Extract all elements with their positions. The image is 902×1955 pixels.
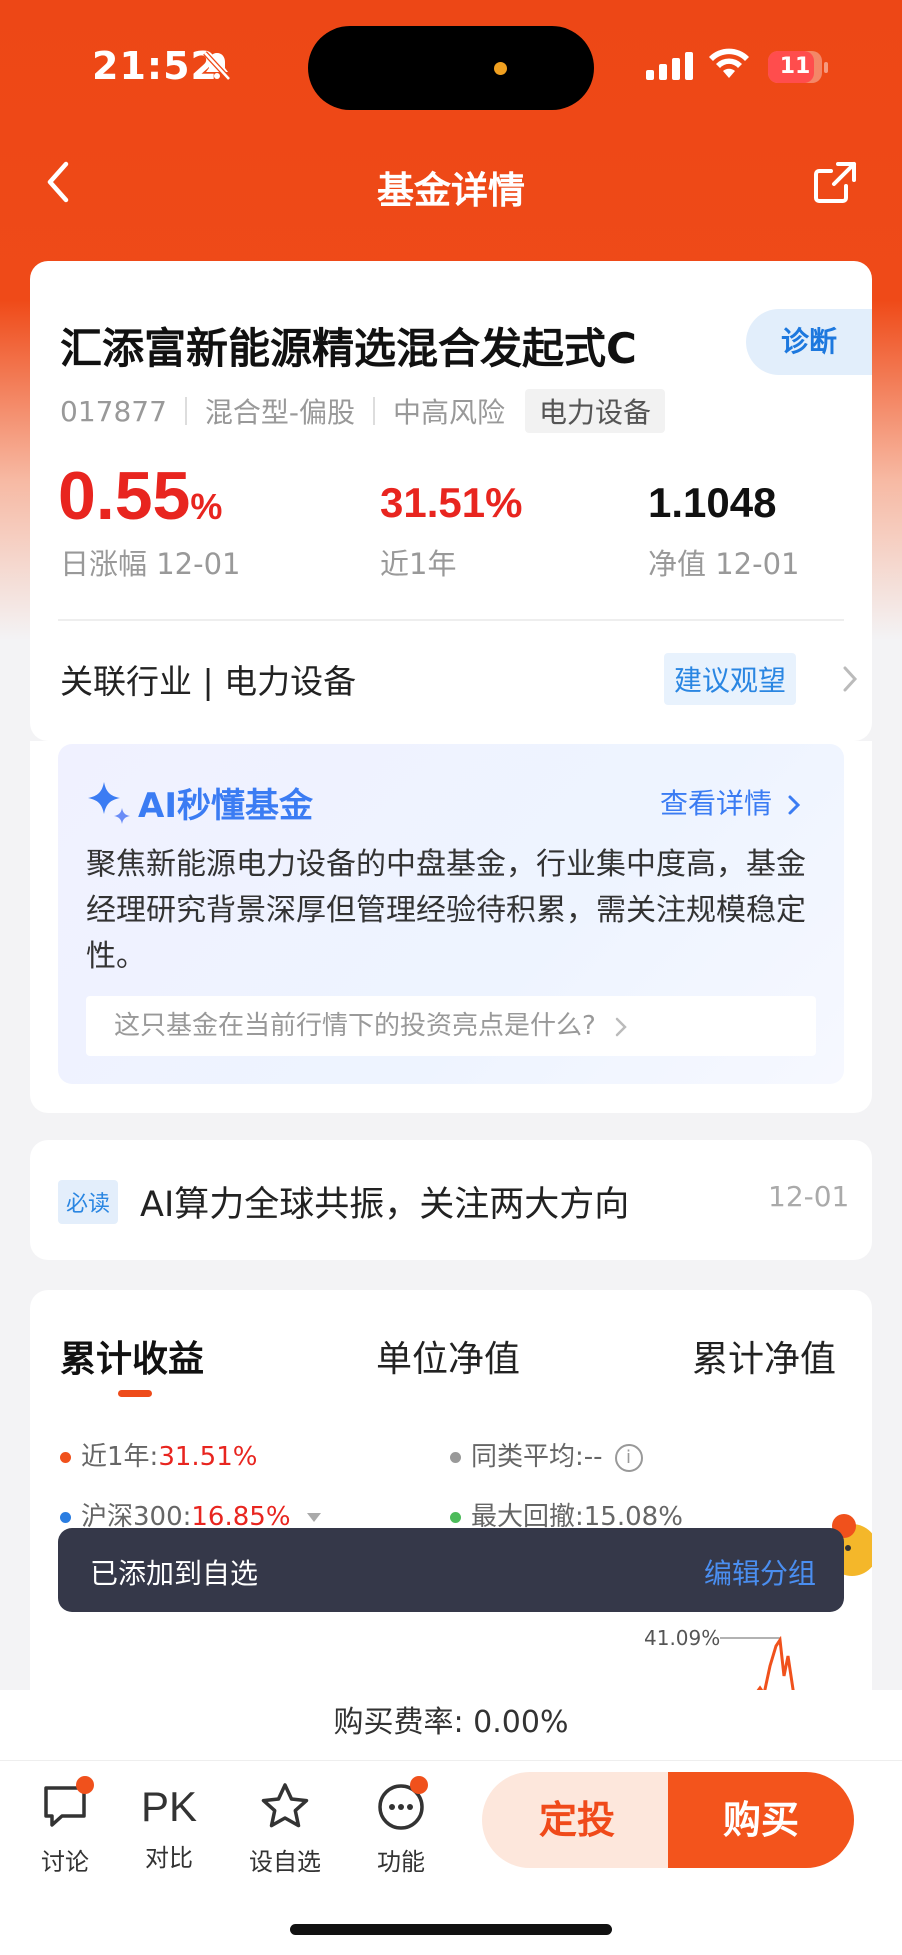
sip-button[interactable]: 定投 (482, 1772, 672, 1868)
news-card[interactable]: 必读 AI算力全球共振，关注两大方向 12-01 (30, 1140, 872, 1260)
ai-view-details-link[interactable]: 查看详情 (660, 782, 801, 822)
ai-title: AI秒懂基金 (138, 786, 313, 826)
fund-summary-card: 汇添富新能源精选混合发起式C 诊断 017877 混合型-偏股 中高风险 电力设… (30, 261, 872, 741)
dropdown-triangle-icon (306, 1513, 321, 1522)
legend-dot (450, 1512, 461, 1523)
fund-type: 混合型-偏股 (204, 396, 355, 429)
divider (0, 1760, 902, 1761)
edit-group-link[interactable]: 编辑分组 (704, 1552, 816, 1592)
fund-meta-row: 017877 混合型-偏股 中高风险 电力设备 (60, 389, 666, 433)
nav-label: 净值 12-01 (648, 547, 800, 581)
daily-change-value: 0.55% (58, 458, 223, 534)
fund-risk: 中高风险 (393, 396, 506, 429)
legend-1y: 近1年:31.51% (60, 1436, 257, 1473)
related-industry[interactable]: 关联行业 | 电力设备 (60, 655, 356, 703)
pk-icon: PK (140, 1783, 198, 1830)
info-icon[interactable]: i (614, 1443, 643, 1472)
status-time: 21:52 (92, 44, 218, 88)
functions-button[interactable]: 功能 (356, 1776, 446, 1877)
daily-change-label: 日涨幅 12-01 (60, 547, 241, 581)
chart-peak-line (720, 1636, 796, 1696)
must-read-badge: 必读 (58, 1180, 119, 1224)
chevron-right-icon[interactable] (842, 665, 858, 693)
legend-dot (60, 1452, 71, 1463)
chevron-right-icon (788, 795, 801, 815)
legend-dot (450, 1452, 461, 1463)
news-date: 12-01 (768, 1180, 850, 1213)
bell-muted-icon (203, 51, 231, 81)
tab-cumulative-nav[interactable]: 累计净值 (692, 1330, 836, 1382)
sparkle-icon (88, 782, 130, 824)
tab-unit-nav[interactable]: 单位净值 (376, 1330, 520, 1382)
divider (58, 619, 844, 621)
year-return-value: 31.51% (380, 479, 523, 526)
legend-peer-average: 同类平均:-- i (450, 1436, 643, 1473)
star-icon (261, 1783, 309, 1828)
discuss-button[interactable]: 讨论 (20, 1776, 110, 1877)
nav-value: 1.1048 (648, 479, 777, 526)
performance-card: 累计收益 单位净值 累计净值 近1年:31.51% 同类平均:-- i 沪深300… (30, 1290, 872, 1710)
fund-code: 017877 (60, 394, 167, 428)
camera-indicator-icon (494, 62, 507, 75)
buy-button[interactable]: 购买 (668, 1772, 854, 1868)
diagnose-button[interactable]: 诊断 (746, 309, 872, 375)
bottom-action-bar: 讨论 PK 对比 设自选 功能 定投 购买 (0, 1760, 902, 1955)
compare-button[interactable]: PK 对比 (124, 1780, 214, 1873)
add-watchlist-button[interactable]: 设自选 (240, 1780, 330, 1877)
tab-cumulative-return[interactable]: 累计收益 (60, 1330, 204, 1382)
battery-cap (824, 62, 828, 73)
toast-message: 已添加到自选 (90, 1557, 259, 1590)
signal-icon (646, 52, 693, 80)
ai-insight-panel: AI秒懂基金 查看详情 聚焦新能源电力设备的中盘基金，行业集中度高，基金经理研究… (58, 744, 844, 1084)
divider (184, 397, 187, 425)
dynamic-island (308, 26, 594, 110)
fund-name: 汇添富新能源精选混合发起式C (60, 324, 637, 373)
purchase-fee-rate: 购买费率: 0.00% (0, 1690, 902, 1760)
battery-icon: 11 (768, 51, 822, 83)
notification-dot (76, 1776, 94, 1794)
chevron-right-icon (615, 1017, 627, 1036)
chart-peak-label: 41.09% (644, 1626, 721, 1650)
news-headline[interactable]: AI算力全球共振，关注两大方向 (140, 1176, 629, 1227)
legend-dot (60, 1512, 71, 1523)
battery-level: 11 (779, 54, 811, 79)
ai-question-prompt[interactable]: 这只基金在当前行情下的投资亮点是什么? (86, 996, 816, 1056)
divider (373, 397, 375, 425)
wifi-icon (709, 48, 749, 78)
share-icon[interactable] (812, 160, 858, 204)
page-title: 基金详情 (377, 169, 525, 212)
active-tab-indicator (118, 1390, 152, 1397)
home-indicator (290, 1924, 612, 1935)
toast-notification: 已添加到自选 编辑分组 (58, 1528, 844, 1612)
sector-tag[interactable]: 电力设备 (525, 389, 666, 433)
year-return-label: 近1年 (380, 547, 457, 581)
notification-dot (410, 1776, 428, 1794)
advice-badge[interactable]: 建议观望 (664, 653, 797, 705)
ai-summary: 聚焦新能源电力设备的中盘基金，行业集中度高，基金经理研究背景深厚但管理经验待积累… (86, 847, 806, 974)
